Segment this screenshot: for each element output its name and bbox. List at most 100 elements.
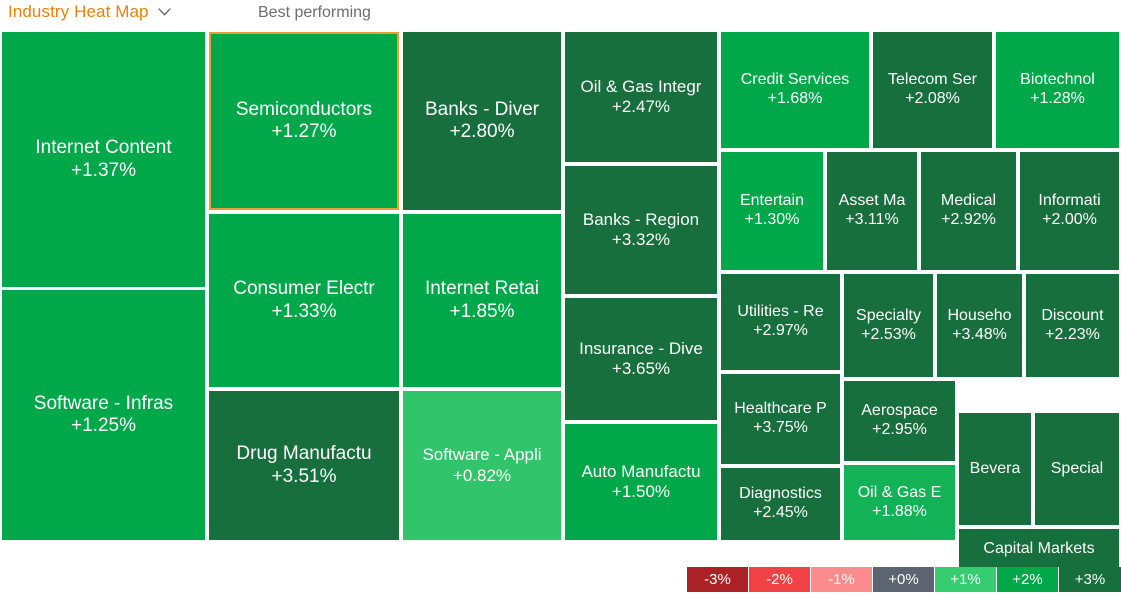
tile-change-value: +2.95%: [872, 421, 927, 438]
tile-industry-name: Drug Manufactu: [236, 443, 372, 465]
tile-industry-name: Asset Ma: [838, 192, 906, 210]
tile-change-value: +1.88%: [872, 502, 927, 520]
tile-industry-name: Informati: [1038, 192, 1101, 210]
tile-change-value: +2.45%: [753, 504, 808, 521]
tile-industry-name: Househo: [947, 306, 1012, 324]
treemap-tile[interactable]: Capital Markets: [959, 529, 1119, 569]
tile-industry-name: Internet Content: [35, 137, 172, 159]
treemap-tile[interactable]: Discount +2.23%: [1026, 274, 1119, 377]
treemap-tile[interactable]: Bevera: [959, 413, 1031, 525]
color-scale-legend: -3% -2% -1% +0% +1% +2% +3%: [687, 567, 1121, 592]
legend-swatch: +1%: [935, 567, 997, 592]
treemap-tile[interactable]: Banks - Diver +2.80%: [403, 32, 561, 210]
tile-change-value: +2.00%: [1042, 211, 1097, 228]
legend-swatch: -1%: [811, 567, 873, 592]
tile-industry-name: Biotechnol: [1020, 71, 1095, 89]
tile-industry-name: Utilities - Re: [737, 303, 824, 321]
treemap-tile[interactable]: Aerospace +2.95%: [844, 381, 955, 461]
tile-change-value: +2.80%: [449, 121, 515, 142]
tile-industry-name: Telecom Ser: [888, 71, 977, 89]
treemap-tile[interactable]: Internet Content +1.37%: [2, 32, 205, 287]
performance-filter-label[interactable]: Best performing: [258, 4, 371, 22]
tile-change-value: +1.68%: [767, 90, 823, 107]
tile-industry-name: Aerospace: [861, 402, 938, 420]
treemap-tile[interactable]: Specialty +2.53%: [844, 274, 933, 377]
treemap-tile[interactable]: Semiconductors +1.27%: [209, 32, 399, 210]
treemap-tile[interactable]: Consumer Electr +1.33%: [209, 214, 399, 387]
tile-industry-name: Insurance - Dive: [579, 338, 703, 358]
legend-swatch: +2%: [997, 567, 1059, 592]
tile-industry-name: Consumer Electr: [233, 278, 375, 300]
treemap-tile[interactable]: Drug Manufactu +3.51%: [209, 391, 399, 540]
tile-change-value: +0.82%: [452, 465, 512, 485]
treemap-tile[interactable]: Oil & Gas E +1.88%: [844, 465, 955, 540]
tile-change-value: +2.08%: [905, 90, 960, 107]
tile-change-value: +1.28%: [1030, 90, 1085, 107]
tile-change-value: +1.25%: [71, 415, 136, 436]
tile-change-value: +3.75%: [753, 419, 808, 436]
tile-industry-name: Special: [1050, 459, 1104, 477]
tile-industry-name: Specialty: [856, 306, 921, 324]
tile-change-value: +2.92%: [941, 211, 996, 228]
treemap-tile[interactable]: Healthcare P +3.75%: [721, 374, 840, 464]
tile-industry-name: Credit Services: [740, 71, 850, 89]
treemap-tile[interactable]: Telecom Ser +2.08%: [873, 32, 992, 148]
tile-change-value: +2.23%: [1045, 325, 1100, 343]
treemap-tile[interactable]: Asset Ma +3.11%: [827, 152, 917, 270]
tile-change-value: +3.11%: [845, 211, 899, 228]
tile-change-value: +2.47%: [611, 97, 671, 116]
tile-industry-name: Auto Manufactu: [581, 461, 701, 481]
treemap-tile[interactable]: Diagnostics +2.45%: [721, 468, 840, 540]
tile-change-value: +1.30%: [744, 211, 800, 228]
tile-change-value: +3.32%: [611, 230, 671, 249]
legend-swatch: +0%: [873, 567, 935, 592]
chevron-down-icon[interactable]: [157, 8, 171, 16]
tile-industry-name: Oil & Gas E: [857, 483, 942, 501]
tile-industry-name: Healthcare P: [734, 400, 827, 418]
treemap-tile[interactable]: Software - Appli +0.82%: [403, 391, 561, 540]
treemap-tile[interactable]: Informati +2.00%: [1020, 152, 1119, 270]
tile-industry-name: Bevera: [969, 459, 1021, 477]
treemap-tile[interactable]: Insurance - Dive +3.65%: [565, 298, 717, 420]
tile-industry-name: Discount: [1041, 306, 1104, 324]
tile-change-value: +1.50%: [611, 482, 671, 501]
treemap-tile[interactable]: Credit Services +1.68%: [721, 32, 869, 148]
treemap-tile[interactable]: Medical +2.92%: [921, 152, 1016, 270]
legend-swatch: -3%: [687, 567, 749, 592]
heatmap-header: Industry Heat Map Best performing: [0, 0, 1121, 30]
tile-change-value: +3.51%: [271, 465, 337, 487]
tile-industry-name: Oil & Gas Integr: [580, 76, 702, 96]
heatmap-selector[interactable]: Industry Heat Map: [8, 2, 171, 22]
tile-industry-name: Entertain: [739, 192, 805, 210]
tile-industry-name: Software - Infras: [33, 392, 174, 414]
tile-change-value: +3.48%: [952, 325, 1007, 343]
tile-industry-name: Semiconductors: [235, 98, 373, 120]
tile-industry-name: Capital Markets: [983, 539, 1095, 557]
tile-change-value: +1.37%: [71, 159, 136, 181]
treemap-tile[interactable]: Auto Manufactu +1.50%: [565, 424, 717, 540]
treemap-tile[interactable]: Househo +3.48%: [937, 274, 1022, 377]
treemap-tile[interactable]: Internet Retai +1.85%: [403, 214, 561, 387]
treemap-tile[interactable]: Software - Infras +1.25%: [2, 290, 205, 540]
page-title: Industry Heat Map: [8, 2, 149, 21]
tile-industry-name: Software - Appli: [422, 445, 542, 465]
legend-swatch: +3%: [1059, 567, 1121, 592]
tile-change-value: +1.33%: [271, 300, 337, 322]
tile-change-value: +2.53%: [861, 325, 916, 343]
tile-change-value: +3.65%: [611, 359, 671, 378]
tile-industry-name: Banks - Region: [582, 209, 700, 229]
treemap-tile[interactable]: Banks - Region +3.32%: [565, 166, 717, 294]
treemap-tile[interactable]: Special: [1035, 413, 1119, 525]
treemap-tile[interactable]: Utilities - Re +2.97%: [721, 274, 840, 370]
treemap-tile[interactable]: Entertain +1.30%: [721, 152, 823, 270]
tile-industry-name: Medical: [940, 192, 997, 210]
treemap-tile[interactable]: Biotechnol +1.28%: [996, 32, 1119, 148]
tile-industry-name: Banks - Diver: [424, 98, 540, 120]
legend-swatch: -2%: [749, 567, 811, 592]
tile-industry-name: Internet Retai: [424, 278, 540, 300]
tile-change-value: +1.85%: [449, 300, 515, 322]
tile-change-value: +2.97%: [753, 322, 808, 339]
industry-treemap[interactable]: Internet Content +1.37% Software - Infras +…: [0, 30, 1121, 569]
treemap-tile[interactable]: Oil & Gas Integr +2.47%: [565, 32, 717, 162]
tile-industry-name: Diagnostics: [739, 485, 822, 503]
